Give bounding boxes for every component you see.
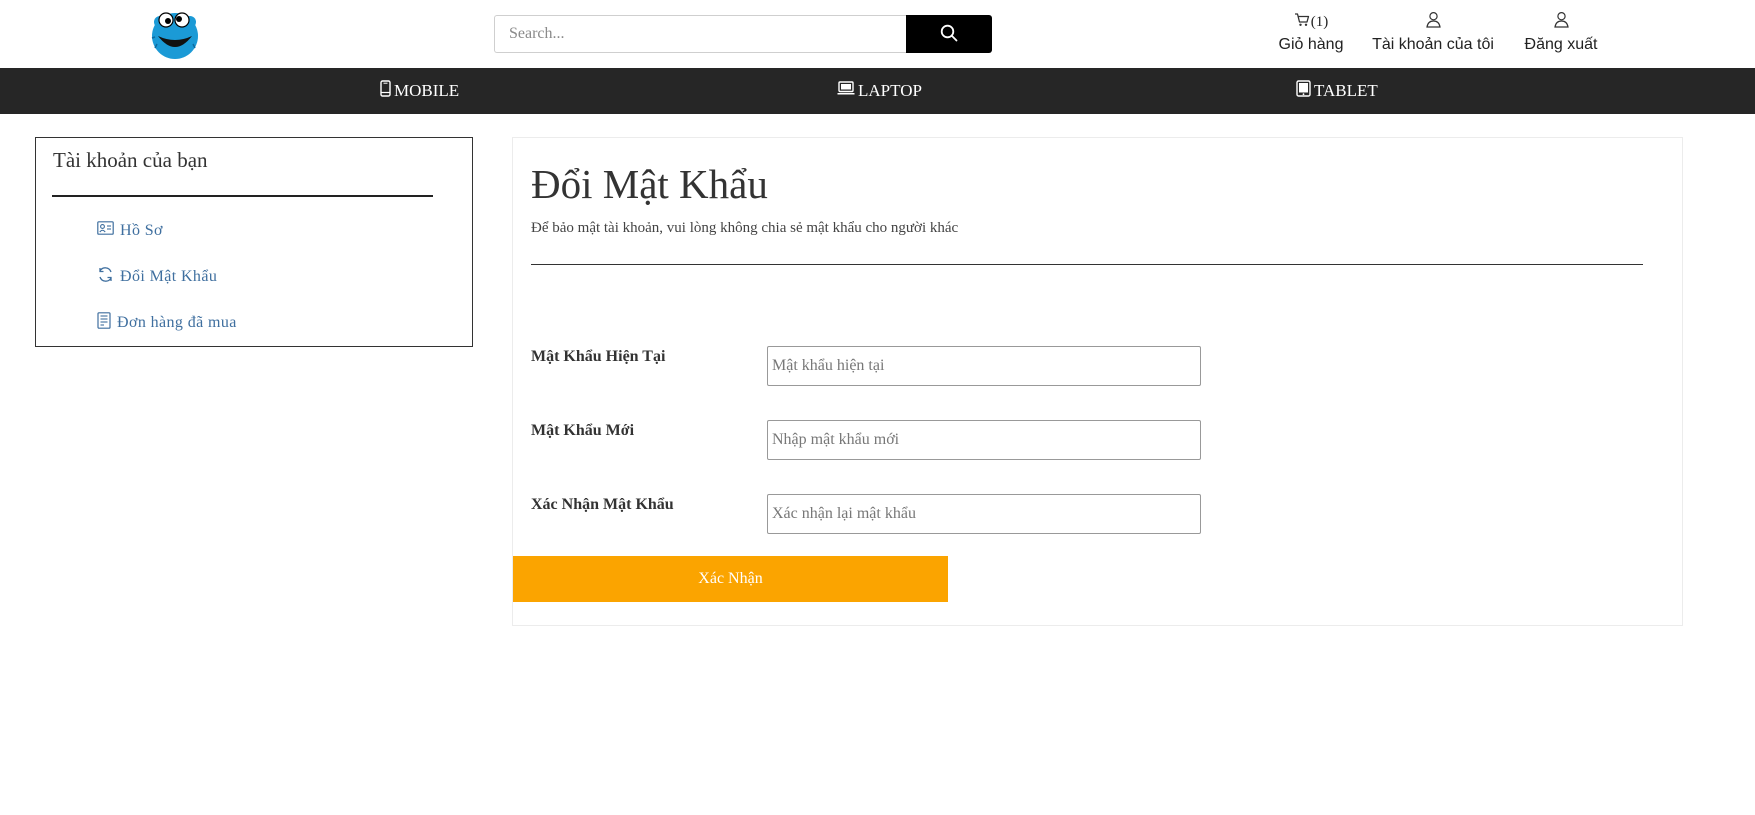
search-input[interactable] — [494, 15, 906, 53]
category-navbar: MOBILE LAPTOP TABLET — [0, 68, 1755, 114]
new-password-label: Mật Khẩu Mới — [531, 422, 635, 439]
confirm-password-input[interactable] — [767, 494, 1201, 534]
cart-count: (1) — [1310, 13, 1329, 30]
new-password-input[interactable] — [767, 420, 1201, 460]
nav-item-mobile[interactable]: MOBILE — [380, 68, 459, 114]
cart-link[interactable]: (1) Giỏ hàng — [1268, 10, 1354, 54]
search-button[interactable] — [906, 15, 992, 53]
user-icon — [1425, 11, 1442, 33]
sidebar-divider — [52, 195, 433, 197]
sidebar-item-label: Hồ Sơ — [120, 221, 163, 239]
nav-item-laptop[interactable]: LAPTOP — [837, 68, 922, 114]
nav-item-tablet[interactable]: TABLET — [1296, 68, 1378, 114]
cart-icon — [1294, 12, 1310, 32]
user-icon — [1553, 11, 1570, 33]
receipt-icon — [97, 312, 111, 334]
logout-link[interactable]: Đăng xuất — [1518, 10, 1604, 54]
panel-divider — [531, 264, 1643, 265]
page-title: Đổi Mật Khẩu — [531, 161, 768, 207]
sidebar-item-label: Đổi Mật Khẩu — [120, 268, 218, 285]
nav-item-label: TABLET — [1314, 81, 1378, 100]
page-subtitle: Để bảo mật tài khoản, vui lòng không chi… — [531, 220, 959, 236]
tablet-icon — [1296, 80, 1311, 102]
refresh-icon — [97, 266, 114, 288]
account-sidebar: Tài khoản của bạn Hồ Sơ Đổi Mật Khẩu Đơn… — [35, 137, 473, 347]
change-password-panel: Đổi Mật Khẩu Để bảo mật tài khoản, vui l… — [512, 137, 1683, 626]
mobile-phone-icon — [380, 80, 391, 102]
confirm-password-label: Xác Nhận Mật Khẩu — [531, 496, 674, 513]
my-account-link[interactable]: Tài khoản của tôi — [1368, 10, 1498, 54]
sidebar-title: Tài khoản của bạn — [53, 148, 208, 172]
nav-item-label: LAPTOP — [858, 81, 922, 100]
sidebar-item-profile[interactable]: Hồ Sơ — [97, 221, 163, 240]
cart-label: Giỏ hàng — [1278, 36, 1344, 53]
sidebar-item-change-password[interactable]: Đổi Mật Khẩu — [97, 266, 217, 288]
sidebar-item-label: Đơn hàng đã mua — [117, 314, 237, 331]
nav-item-label: MOBILE — [394, 81, 460, 100]
top-header: (1) Giỏ hàng Tài khoản của tôi Đăng xuất — [0, 0, 1755, 68]
current-password-input[interactable] — [767, 346, 1201, 386]
cookie-monster-logo[interactable] — [146, 8, 204, 60]
profile-card-icon — [97, 221, 114, 240]
current-password-label: Mật Khẩu Hiện Tại — [531, 348, 666, 365]
my-account-label: Tài khoản của tôi — [1372, 36, 1494, 53]
laptop-icon — [837, 81, 855, 101]
submit-button[interactable]: Xác Nhận — [513, 556, 948, 602]
sidebar-item-orders[interactable]: Đơn hàng đã mua — [97, 312, 237, 334]
search-icon — [940, 24, 958, 45]
logout-label: Đăng xuất — [1524, 36, 1598, 53]
